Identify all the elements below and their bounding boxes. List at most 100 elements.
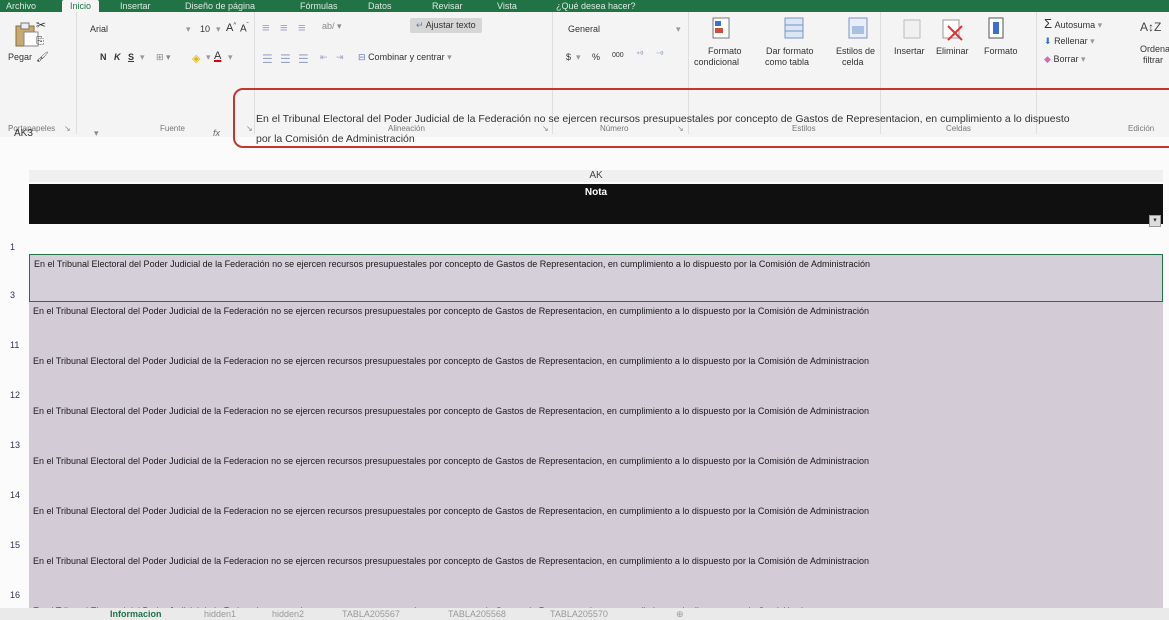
currency-button[interactable]: $ xyxy=(566,52,571,62)
sort-filter-label-2[interactable]: filtrar xyxy=(1143,55,1163,65)
format-painter-icon[interactable]: 🖌 xyxy=(36,52,49,63)
fx-icon[interactable]: fx xyxy=(213,128,220,138)
table-row[interactable]: En el Tribunal Electoral del Poder Judic… xyxy=(29,452,1163,502)
table-row[interactable]: En el Tribunal Electoral del Poder Judic… xyxy=(29,402,1163,452)
table-row[interactable]: En el Tribunal Electoral del Poder Judic… xyxy=(29,302,1163,352)
delete-cells-button[interactable] xyxy=(940,16,964,47)
align-middle-icon[interactable]: ≡ xyxy=(280,20,288,35)
decrease-decimal-icon[interactable]: ⁻⁰ xyxy=(656,50,663,59)
chevron-down-icon[interactable]: ▾ xyxy=(94,128,99,139)
tab-revisar[interactable]: Revisar xyxy=(432,0,463,12)
header-cell-nota[interactable]: Nota xyxy=(29,187,1163,198)
sheet-tab-tabla205570[interactable]: TABLA205570 xyxy=(550,609,608,619)
number-format-select[interactable]: General xyxy=(568,24,600,34)
format-as-table-label-1[interactable]: Dar formato xyxy=(766,46,814,56)
chevron-down-icon[interactable]: ▾ xyxy=(676,24,681,35)
thousands-button[interactable]: 000 xyxy=(612,52,624,59)
tell-me-search[interactable]: ¿Qué desea hacer? xyxy=(556,0,636,12)
tab-vista[interactable]: Vista xyxy=(497,0,517,12)
decrease-indent-icon[interactable]: ⇤ xyxy=(320,52,328,63)
increase-decimal-icon[interactable]: ⁺⁰ xyxy=(636,50,643,59)
delete-label[interactable]: Eliminar xyxy=(936,46,969,56)
sheet-tab-tabla205568[interactable]: TABLA205568 xyxy=(448,609,506,619)
table-row[interactable]: En el Tribunal Electoral del Poder Judic… xyxy=(29,352,1163,402)
shrink-font-icon[interactable]: Aˇ xyxy=(240,23,249,34)
eraser-icon: ◆ xyxy=(1044,54,1051,64)
font-name-select[interactable]: Arial xyxy=(90,24,108,34)
italic-button[interactable]: K xyxy=(114,52,121,62)
cut-icon[interactable]: ✂ xyxy=(36,18,46,32)
row-number[interactable]: 1 xyxy=(10,242,15,252)
tab-diseno-pagina[interactable]: Diseño de página xyxy=(185,0,255,12)
sort-filter-icon[interactable]: A↕Z xyxy=(1140,20,1161,34)
bold-button[interactable]: N xyxy=(100,52,107,62)
chevron-down-icon[interactable]: ▾ xyxy=(228,52,233,63)
tab-insertar[interactable]: Insertar xyxy=(120,0,151,12)
borders-icon[interactable]: ⊞ ▾ xyxy=(156,52,171,63)
cell-styles-button[interactable] xyxy=(846,16,870,47)
sheet-tab-hidden1[interactable]: hidden1 xyxy=(204,609,236,619)
conditional-format-label-1[interactable]: Formato xyxy=(708,46,742,56)
column-header[interactable]: AK xyxy=(29,170,1163,182)
clipboard-launcher-icon[interactable]: ↘ xyxy=(64,124,71,133)
chevron-down-icon[interactable]: ▾ xyxy=(216,24,221,35)
table-row[interactable]: En el Tribunal Electoral del Poder Judic… xyxy=(29,502,1163,552)
format-cells-button[interactable] xyxy=(984,14,1008,47)
format-as-table-button[interactable] xyxy=(782,16,806,47)
clear-button[interactable]: ◆ Borrar ▾ xyxy=(1044,54,1086,65)
underline-button[interactable]: S xyxy=(128,52,134,62)
grow-font-icon[interactable]: A^ xyxy=(226,22,236,34)
percent-button[interactable]: % xyxy=(592,52,600,62)
align-bottom-icon[interactable]: ≡ xyxy=(298,20,306,35)
paste-label[interactable]: Pegar xyxy=(8,52,32,62)
sort-filter-label-1[interactable]: Ordenar y xyxy=(1140,44,1169,54)
conditional-format-button[interactable] xyxy=(710,16,734,47)
tab-datos[interactable]: Datos xyxy=(368,0,392,12)
orientation-icon[interactable]: ab/ ▾ xyxy=(322,21,342,32)
worksheet[interactable]: AK Nota ▾ 1 3 En el Tribunal Electoral d… xyxy=(0,170,1169,618)
font-color-icon[interactable]: A xyxy=(214,50,221,62)
tab-inicio[interactable]: Inicio xyxy=(62,0,100,12)
copy-icon[interactable]: ⎘ xyxy=(36,36,44,47)
align-center-icon[interactable]: ☰ xyxy=(280,52,291,66)
tab-formulas[interactable]: Fórmulas xyxy=(300,0,338,12)
wrap-text-button[interactable]: ↵ Ajustar texto xyxy=(410,18,482,33)
increase-indent-icon[interactable]: ⇥ xyxy=(336,52,344,63)
sheet-tab-hidden2[interactable]: hidden2 xyxy=(272,609,304,619)
chevron-down-icon[interactable]: ▾ xyxy=(140,52,145,63)
merge-center-button[interactable]: ⊟ Combinar y centrar ▾ xyxy=(358,52,452,63)
chevron-down-icon[interactable]: ▾ xyxy=(206,52,211,63)
insert-label[interactable]: Insertar xyxy=(894,46,925,56)
conditional-format-label-2[interactable]: condicional xyxy=(694,57,739,67)
filter-dropdown-icon[interactable]: ▾ xyxy=(1149,215,1161,227)
fill-button[interactable]: ⬇ Rellenar ▾ xyxy=(1044,36,1095,47)
cell-styles-label-2[interactable]: celda xyxy=(842,57,864,67)
add-sheet-icon[interactable]: ⊕ xyxy=(676,609,684,620)
row-number[interactable]: 16 xyxy=(10,590,20,600)
chevron-down-icon[interactable]: ▾ xyxy=(186,24,191,35)
font-size-select[interactable]: 10 xyxy=(200,24,210,34)
formula-input[interactable]: En el Tribunal Electoral del Poder Judic… xyxy=(256,109,1166,149)
table-row[interactable]: En el Tribunal Electoral del Poder Judic… xyxy=(29,254,1163,302)
sheet-tab-informacion[interactable]: Informacion xyxy=(110,609,162,619)
table-row[interactable]: En el Tribunal Electoral del Poder Judic… xyxy=(29,552,1163,602)
format-label[interactable]: Formato xyxy=(984,46,1018,56)
sheet-tab-tabla205567[interactable]: TABLA205567 xyxy=(342,609,400,619)
row-number[interactable]: 14 xyxy=(10,490,20,500)
autosum-button[interactable]: Σ Autosuma ▾ xyxy=(1044,16,1102,31)
row-number[interactable]: 3 xyxy=(10,290,15,300)
tab-archivo[interactable]: Archivo xyxy=(6,0,36,12)
name-box[interactable]: AK3 xyxy=(14,128,33,139)
insert-cells-button[interactable] xyxy=(900,16,924,47)
align-right-icon[interactable]: ☰ xyxy=(298,52,309,66)
row-number[interactable]: 11 xyxy=(10,340,19,350)
cell-styles-label-1[interactable]: Estilos de xyxy=(836,46,875,56)
align-left-icon[interactable]: ☰ xyxy=(262,52,273,66)
row-number[interactable]: 13 xyxy=(10,440,20,450)
fill-color-icon[interactable]: ◈ xyxy=(192,52,200,65)
chevron-down-icon[interactable]: ▾ xyxy=(576,52,581,63)
format-as-table-label-2[interactable]: como tabla xyxy=(765,57,809,67)
align-top-icon[interactable]: ≡ xyxy=(262,20,270,35)
row-number[interactable]: 15 xyxy=(10,540,20,550)
row-number[interactable]: 12 xyxy=(10,390,20,400)
